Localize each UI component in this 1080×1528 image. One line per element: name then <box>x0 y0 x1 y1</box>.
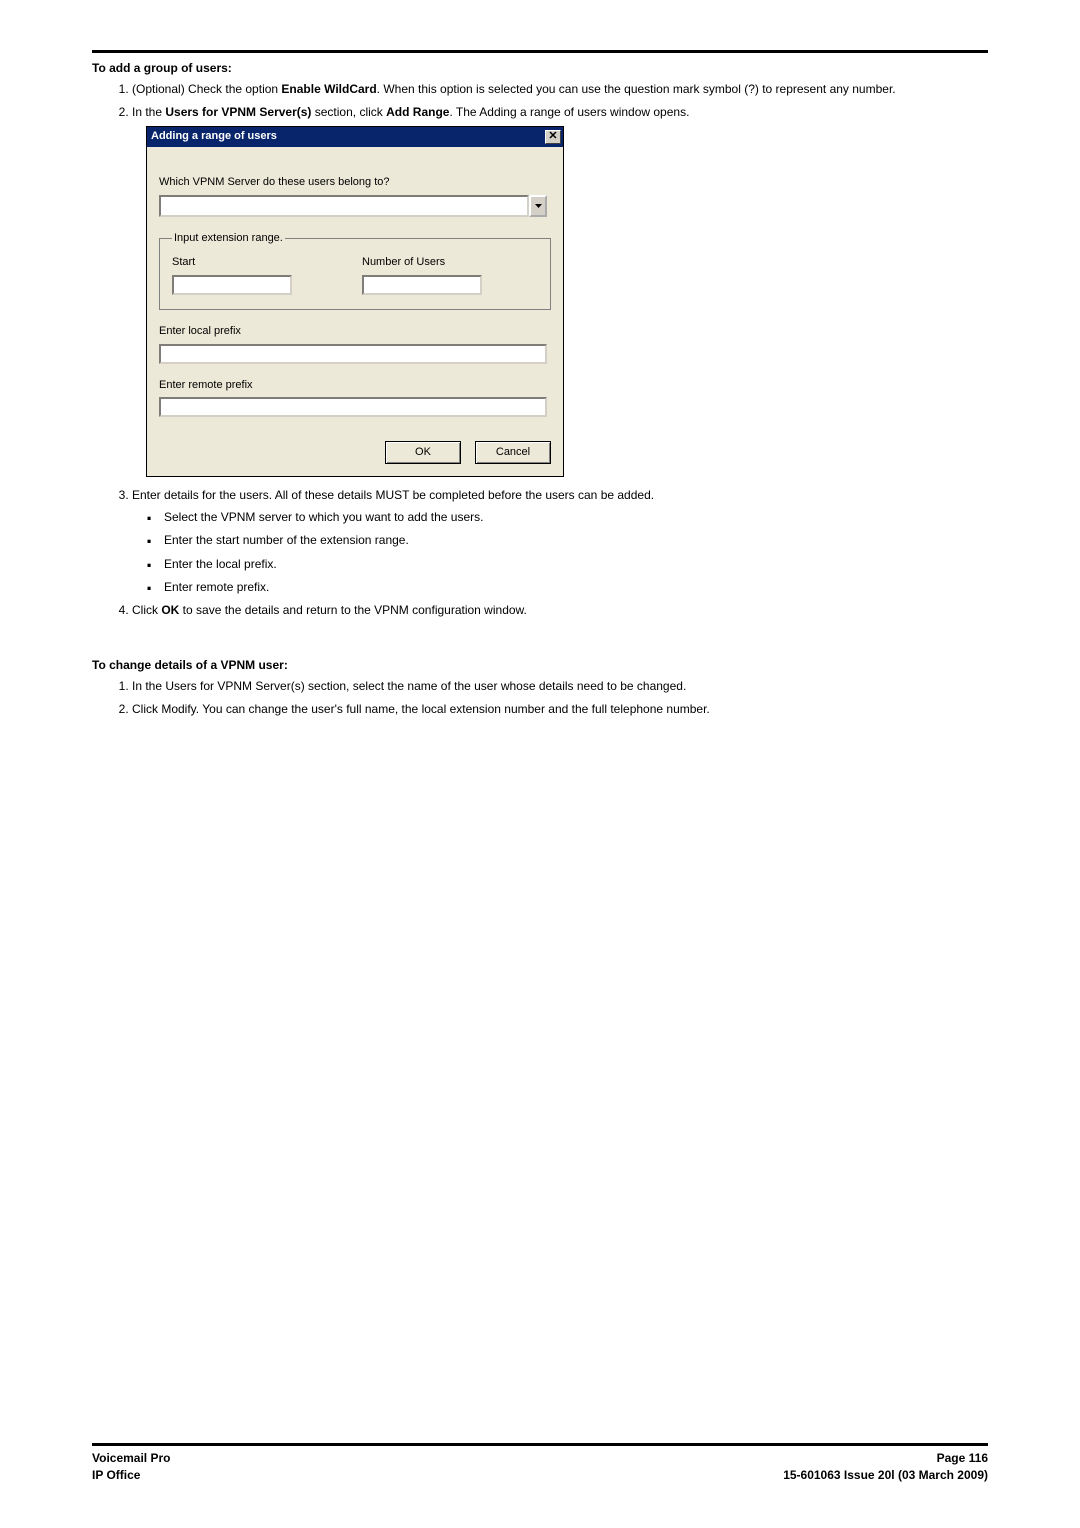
step-3: Enter details for the users. All of thes… <box>132 487 988 596</box>
step3-bullet-1: Select the VPNM server to which you want… <box>164 509 988 526</box>
step3-bullet-4: Enter remote prefix. <box>164 579 988 596</box>
step1-bold: Enable WildCard <box>281 82 376 96</box>
dialog-title: Adding a range of users <box>151 129 277 145</box>
numusers-col: Number of Users <box>362 255 482 295</box>
footer-right-2: 15-601063 Issue 20l (03 March 2009) <box>783 1467 988 1484</box>
step3-text: Enter details for the users. All of thes… <box>132 488 654 502</box>
section-b-heading: To change details of a VPNM user: <box>92 658 988 672</box>
step2-post: . The Adding a range of users window ope… <box>449 105 689 119</box>
footer-rule <box>92 1443 988 1446</box>
local-prefix-label: Enter local prefix <box>159 324 551 340</box>
step4-bold: OK <box>161 603 179 617</box>
footer-left-1: Voicemail Pro <box>92 1450 170 1467</box>
dialog-button-row: OK Cancel <box>159 441 551 464</box>
dialog-wrap: Adding a range of users ✕ Which VPNM Ser… <box>146 126 988 478</box>
step1-post: . When this option is selected you can u… <box>377 82 896 96</box>
vpnm-server-label: Which VPNM Server do these users belong … <box>159 175 551 191</box>
spacer <box>92 632 988 658</box>
dialog-body: Which VPNM Server do these users belong … <box>147 147 563 477</box>
numusers-input[interactable] <box>362 275 482 295</box>
step-2: In the Users for VPNM Server(s) section,… <box>132 104 988 477</box>
footer-row-2: IP Office 15-601063 Issue 20l (03 March … <box>92 1467 988 1484</box>
step3-bullet-2: Enter the start number of the extension … <box>164 532 988 549</box>
cancel-button[interactable]: Cancel <box>475 441 551 464</box>
b-step-1: In the Users for VPNM Server(s) section,… <box>132 678 988 695</box>
step4-pre: Click <box>132 603 161 617</box>
footer-left-2: IP Office <box>92 1467 140 1484</box>
input-extension-range-group: Input extension range. Start Number of U… <box>159 231 551 310</box>
section-a-heading: To add a group of users: <box>92 61 988 75</box>
step4-post: to save the details and return to the VP… <box>179 603 527 617</box>
add-range-dialog: Adding a range of users ✕ Which VPNM Ser… <box>146 126 564 478</box>
local-prefix-input[interactable] <box>159 344 547 364</box>
step-4: Click OK to save the details and return … <box>132 602 988 619</box>
vpnm-server-combo[interactable] <box>159 195 547 217</box>
document-page: To add a group of users: (Optional) Chec… <box>0 0 1080 1528</box>
section-a-steps: (Optional) Check the option Enable WildC… <box>92 81 988 620</box>
vpnm-server-input[interactable] <box>159 195 529 217</box>
footer-right-1: Page 116 <box>937 1450 988 1467</box>
ok-button[interactable]: OK <box>385 441 461 464</box>
dialog-titlebar: Adding a range of users ✕ <box>147 127 563 147</box>
step3-bullet-3: Enter the local prefix. <box>164 556 988 573</box>
top-rule <box>92 50 988 53</box>
step1-pre: (Optional) Check the option <box>132 82 281 96</box>
step2-mid: section, click <box>311 105 386 119</box>
start-col: Start <box>172 255 292 295</box>
b-step-2: Click Modify. You can change the user's … <box>132 701 988 718</box>
remote-prefix-label: Enter remote prefix <box>159 378 551 394</box>
step-1: (Optional) Check the option Enable WildC… <box>132 81 988 98</box>
step2-bold2: Add Range <box>386 105 449 119</box>
remote-prefix-input[interactable] <box>159 397 547 417</box>
extension-range-row: Start Number of Users <box>172 255 538 295</box>
start-input[interactable] <box>172 275 292 295</box>
step3-bullets: Select the VPNM server to which you want… <box>132 509 988 597</box>
step2-pre: In the <box>132 105 165 119</box>
numusers-label: Number of Users <box>362 255 482 271</box>
close-icon[interactable]: ✕ <box>545 130 561 144</box>
start-label: Start <box>172 255 292 271</box>
step2-bold1: Users for VPNM Server(s) <box>165 105 311 119</box>
section-b-steps: In the Users for VPNM Server(s) section,… <box>92 678 988 719</box>
extension-range-legend: Input extension range. <box>172 231 285 247</box>
chevron-down-icon[interactable] <box>529 195 547 217</box>
footer-row-1: Voicemail Pro Page 116 <box>92 1450 988 1467</box>
page-footer: Voicemail Pro Page 116 IP Office 15-6010… <box>92 1443 988 1484</box>
